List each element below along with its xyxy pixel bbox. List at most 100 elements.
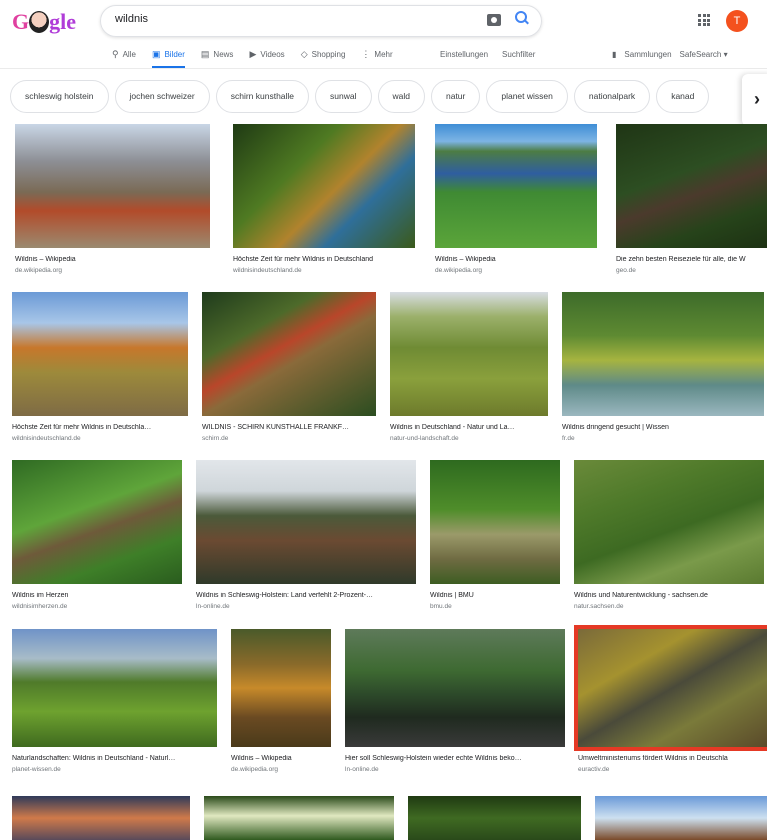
image-result[interactable] [12, 796, 190, 840]
result-source: euractiv.de [578, 766, 610, 773]
image-result[interactable]: Höchste Zeit für mehr Wildnis in Deutsch… [12, 292, 188, 450]
right-tools: Einstellungen Suchfilter [440, 46, 535, 62]
bookmark-icon: ▮ [612, 49, 617, 59]
result-title[interactable]: Wildnis – Wikipedia [15, 256, 210, 263]
logo-letters: gle [49, 9, 77, 34]
result-thumbnail[interactable] [202, 292, 376, 416]
result-thumbnail[interactable] [408, 796, 581, 840]
result-title[interactable]: WILDNIS - SCHIRN KUNSTHALLE FRANKF… [202, 424, 376, 431]
image-result[interactable] [408, 796, 581, 840]
image-result[interactable]: Wildnis – Wikipedia de.wikipedia.org [435, 124, 597, 282]
chevron-right-icon[interactable]: › [742, 74, 767, 126]
result-title[interactable]: Wildnis – Wikipedia [231, 755, 331, 762]
image-result[interactable]: Wildnis | BMU bmu.de [430, 460, 560, 618]
tab-alle[interactable]: ⚲ Alle [112, 46, 136, 62]
result-title[interactable]: Höchste Zeit für mehr Wildnis in Deutsch… [12, 424, 188, 431]
result-thumbnail[interactable] [435, 124, 597, 248]
related-chip[interactable]: natur [430, 80, 481, 113]
result-thumbnail[interactable] [204, 796, 394, 840]
result-thumbnail[interactable] [233, 124, 415, 248]
safesearch-dropdown[interactable]: SafeSearch ▾ [680, 50, 728, 59]
more-icon: ⋮ [361, 48, 371, 59]
tab-videos[interactable]: ▶ Videos [249, 46, 284, 62]
image-result[interactable]: Höchste Zeit für mehr Wildnis in Deutsch… [233, 124, 415, 282]
image-result[interactable]: Wildnis in Deutschland - Natur und La… na… [390, 292, 548, 450]
result-source: wildnisindeutschland.de [233, 267, 302, 274]
result-title[interactable]: Höchste Zeit für mehr Wildnis in Deutsch… [233, 256, 415, 263]
image-result[interactable]: Umweltministeriums fördert Wildnis in De… [574, 625, 767, 781]
result-title[interactable]: Wildnis – Wikipedia [435, 256, 597, 263]
result-thumbnail[interactable] [196, 460, 416, 584]
image-result[interactable] [204, 796, 394, 840]
account-avatar[interactable]: T [726, 10, 748, 32]
related-chip[interactable]: schleswig holstein [10, 80, 109, 113]
result-source: natur.sachsen.de [574, 603, 624, 610]
tab-shopping[interactable]: ◇ Shopping [301, 46, 346, 62]
result-thumbnail[interactable] [390, 292, 548, 416]
search-filter-link[interactable]: Suchfilter [502, 50, 535, 59]
collections-link[interactable]: Sammlungen [624, 50, 671, 59]
image-result[interactable]: Wildnis im Herzen wildnisimherzen.de [12, 460, 182, 618]
result-title[interactable]: Die zehn besten Reiseziele für alle, die… [616, 256, 767, 263]
image-result[interactable]: Die zehn besten Reiseziele für alle, die… [616, 124, 767, 282]
search-input[interactable] [115, 13, 475, 25]
result-thumbnail[interactable] [574, 625, 767, 751]
result-thumbnail[interactable] [15, 124, 210, 248]
result-title[interactable]: Naturlandschaften: Wildnis in Deutschlan… [12, 755, 217, 762]
result-thumbnail[interactable] [231, 629, 331, 747]
tab-mehr[interactable]: ⋮ Mehr [361, 46, 392, 62]
result-thumbnail[interactable] [12, 460, 182, 584]
image-result[interactable]: Wildnis – Wikipedia de.wikipedia.org [231, 629, 331, 781]
related-chip[interactable]: sunwal [315, 80, 372, 113]
apps-grid-icon[interactable] [698, 14, 710, 26]
image-result[interactable]: Wildnis dringend gesucht | Wissen fr.de [562, 292, 764, 450]
result-thumbnail[interactable] [12, 629, 217, 747]
result-title[interactable]: Wildnis und Naturentwicklung - sachsen.d… [574, 592, 764, 599]
result-source: fr.de [562, 435, 575, 442]
image-result[interactable]: Wildnis in Schleswig-Holstein: Land verf… [196, 460, 416, 618]
result-title[interactable]: Wildnis | BMU [430, 592, 560, 599]
result-source: schirn.de [202, 435, 229, 442]
related-chip[interactable]: jochen schweizer [114, 80, 210, 113]
tab-bilder[interactable]: ▣ Bilder [151, 46, 185, 68]
result-title[interactable]: Wildnis in Schleswig-Holstein: Land verf… [196, 592, 416, 599]
result-thumbnail[interactable] [574, 460, 764, 584]
result-thumbnail[interactable] [562, 292, 764, 416]
image-result[interactable] [595, 796, 767, 840]
google-logo[interactable]: Ggle [12, 8, 78, 36]
image-result[interactable]: WILDNIS - SCHIRN KUNSTHALLE FRANKF… schir… [202, 292, 376, 450]
search-icon: ⚲ [112, 48, 119, 59]
collections-tools: ▮ Sammlungen SafeSearch ▾ [612, 46, 762, 62]
image-result[interactable]: Naturlandschaften: Wildnis in Deutschlan… [12, 629, 217, 781]
result-source: wildnisindeutschland.de [12, 435, 81, 442]
related-chip[interactable]: wald [377, 80, 425, 113]
header-divider [0, 68, 767, 69]
image-result[interactable]: Hier soll Schleswig-Holstein wieder echt… [345, 629, 565, 781]
result-thumbnail[interactable] [616, 124, 767, 248]
related-chip[interactable]: schirn kunsthalle [215, 80, 310, 113]
search-icon[interactable] [515, 11, 529, 27]
image-result[interactable]: Wildnis – Wikipedia de.wikipedia.org [15, 124, 210, 282]
settings-link[interactable]: Einstellungen [440, 50, 488, 59]
result-source: de.wikipedia.org [435, 267, 482, 274]
news-icon: ▤ [200, 48, 210, 59]
result-title[interactable]: Wildnis im Herzen [12, 592, 182, 599]
image-result[interactable]: Wildnis und Naturentwicklung - sachsen.d… [574, 460, 764, 618]
related-chip[interactable]: nationalpark [573, 80, 651, 113]
result-thumbnail[interactable] [12, 292, 188, 416]
result-title[interactable]: Wildnis in Deutschland - Natur und La… [390, 424, 548, 431]
result-thumbnail[interactable] [12, 796, 190, 840]
camera-icon[interactable] [487, 14, 501, 26]
result-title[interactable]: Wildnis dringend gesucht | Wissen [562, 424, 764, 431]
result-thumbnail[interactable] [595, 796, 767, 840]
result-title[interactable]: Umweltministeriums fördert Wildnis in De… [578, 755, 767, 762]
tab-news[interactable]: ▤ News [201, 46, 234, 62]
result-thumbnail[interactable] [430, 460, 560, 584]
result-title[interactable]: Hier soll Schleswig-Holstein wieder echt… [345, 755, 565, 762]
related-chip[interactable]: planet wissen [486, 80, 568, 113]
related-chip[interactable]: kanad [656, 80, 710, 113]
result-source: bmu.de [430, 603, 452, 610]
image-icon: ▣ [151, 48, 161, 59]
result-thumbnail[interactable] [345, 629, 565, 747]
search-box[interactable] [100, 5, 542, 37]
